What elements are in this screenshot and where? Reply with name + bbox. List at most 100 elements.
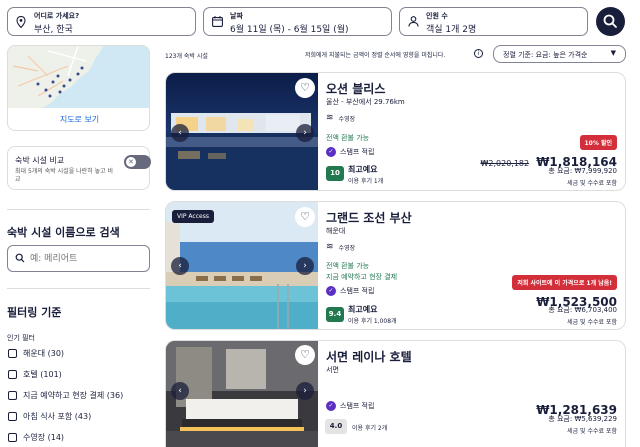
favorite-heart-icon[interactable]: ♡ bbox=[295, 207, 315, 227]
dates-field[interactable]: 날짜 6월 11일 (목) - 6월 15일 (월) bbox=[203, 7, 392, 36]
tax-note: 세금 및 수수료 포함 bbox=[567, 319, 617, 326]
stamps-label: ✓ 스탬프 적립 bbox=[326, 401, 374, 411]
discount-badge: 10% 할인 bbox=[579, 135, 617, 150]
close-icon: ✕ bbox=[126, 157, 136, 167]
tax-note: 세금 및 수수료 포함 bbox=[567, 428, 617, 435]
person-icon bbox=[408, 16, 420, 28]
next-photo-button[interactable]: › bbox=[296, 382, 314, 400]
name-search-box[interactable] bbox=[7, 245, 150, 272]
filter-group-label: 인기 필터 bbox=[7, 334, 35, 342]
dates-label: 날짜 bbox=[230, 12, 243, 20]
pay-later-label: 지금 예약하고 현장 결제 bbox=[326, 273, 398, 281]
checkbox[interactable] bbox=[8, 391, 17, 400]
stamp-text: 스탬프 적립 bbox=[340, 402, 375, 410]
sort-dropdown[interactable]: 정렬 기준: 요금: 높은 가격순 ▼ bbox=[493, 45, 626, 63]
sort-value: 정렬 기준: 요금: 높은 가격순 bbox=[503, 51, 588, 59]
search-icon bbox=[15, 253, 25, 266]
hotel-name[interactable]: 오션 블리스 bbox=[326, 80, 385, 97]
stamp-icon: ✓ bbox=[326, 286, 336, 296]
info-icon[interactable]: i bbox=[474, 49, 483, 58]
hotel-name[interactable]: 서면 레이나 호텔 bbox=[326, 348, 412, 365]
amenity: ≋ 수영장 bbox=[326, 113, 355, 123]
checkbox[interactable] bbox=[8, 349, 17, 358]
compare-panel: 숙박 시설 비교 최대 5개의 숙박 시설을 나란히 놓고 비교 ✕ bbox=[7, 146, 151, 190]
hotel-card[interactable]: ‹ › ♡ 서면 레이나 호텔 서면 ✓ 스탬프 적립 4.0 이용 후기 2개 … bbox=[165, 340, 626, 447]
stamp-text: 스탬프 적립 bbox=[340, 148, 375, 156]
view-map-link[interactable]: 지도로 보기 bbox=[8, 114, 149, 125]
destination-value: 부산, 한국 bbox=[34, 25, 73, 35]
divider bbox=[7, 209, 150, 210]
filter-checkbox-hotel[interactable]: 호텔 (101) bbox=[8, 369, 62, 380]
filter-label: 아침 식사 포함 (43) bbox=[23, 412, 92, 421]
refundable-label: 전액 환불 가능 bbox=[326, 262, 370, 270]
checkbox[interactable] bbox=[8, 412, 17, 421]
divider bbox=[7, 288, 150, 289]
stamp-icon: ✓ bbox=[326, 401, 336, 411]
original-price: ₩2,020,182 bbox=[480, 159, 530, 168]
filter-label: 지금 예약하고 현장 결제 (36) bbox=[23, 391, 124, 400]
favorite-heart-icon[interactable]: ♡ bbox=[295, 345, 315, 365]
hotel-location: 해운대 bbox=[326, 227, 346, 235]
rating-label: 최고예요 bbox=[348, 165, 378, 174]
availability-badge: 저희 사이트에 이 가격으로 1개 남음! bbox=[512, 275, 617, 290]
hotel-location: 서면 bbox=[326, 366, 339, 374]
stamps-label: ✓ 스탬프 적립 bbox=[326, 286, 374, 296]
review-count[interactable]: 이용 후기 2개 bbox=[352, 423, 387, 432]
checkbox[interactable] bbox=[8, 433, 17, 442]
stamp-text: 스탬프 적립 bbox=[340, 287, 375, 295]
filter-label: 해운대 (30) bbox=[23, 349, 65, 358]
hotel-location: 울산 - 부산에서 29.76km bbox=[326, 98, 405, 106]
compare-description: 최대 5개의 숙박 시설을 나란히 놓고 비교 bbox=[15, 168, 114, 183]
compare-toggle[interactable]: ✕ bbox=[124, 155, 151, 169]
filter-checkbox-pool[interactable]: 수영장 (14) bbox=[8, 432, 64, 443]
name-search-heading: 숙박 시설 이름으로 검색 bbox=[7, 226, 120, 239]
destination-field[interactable]: 어디로 가세요? 부산, 한국 bbox=[7, 7, 196, 36]
search-button[interactable] bbox=[596, 7, 625, 36]
review-count[interactable]: 이용 후기 1개 bbox=[348, 176, 383, 185]
review-score: 9.4 bbox=[326, 307, 344, 322]
next-photo-button[interactable]: › bbox=[296, 124, 314, 142]
previous-photo-button[interactable]: ‹ bbox=[171, 382, 189, 400]
hotel-name[interactable]: 그랜드 조선 부산 bbox=[326, 209, 412, 226]
calendar-icon bbox=[212, 16, 224, 28]
next-photo-button[interactable]: › bbox=[296, 257, 314, 275]
destination-label: 어디로 가세요? bbox=[34, 12, 80, 20]
travelers-value: 객실 1개 2명 bbox=[426, 25, 477, 35]
pool-icon: ≋ bbox=[326, 242, 334, 252]
review-score: 10 bbox=[326, 166, 344, 181]
hotel-card[interactable]: VIP Access ‹ › ♡ 그랜드 조선 부산 해운대 ≋ 수영장 전액 환… bbox=[165, 201, 626, 330]
amenity-label: 수영장 bbox=[338, 244, 356, 252]
search-icon bbox=[603, 14, 617, 28]
filter-checkbox-breakfast[interactable]: 아침 식사 포함 (43) bbox=[8, 411, 91, 422]
filter-label: 수영장 (14) bbox=[23, 433, 65, 442]
hotel-card[interactable]: ‹ › ♡ 오션 블리스 울산 - 부산에서 29.76km ≋ 수영장 전액 환… bbox=[165, 72, 626, 191]
checkbox[interactable] bbox=[8, 370, 17, 379]
map-thumbnail[interactable] bbox=[8, 46, 149, 108]
compare-title: 숙박 시설 비교 bbox=[15, 156, 65, 165]
location-pin-icon bbox=[16, 15, 28, 29]
filter-checkbox-pay-later[interactable]: 지금 예약하고 현장 결제 (36) bbox=[8, 390, 123, 401]
filter-label: 호텔 (101) bbox=[23, 370, 62, 379]
favorite-heart-icon[interactable]: ♡ bbox=[295, 78, 315, 98]
rating-label: 최고예요 bbox=[348, 305, 378, 314]
previous-photo-button[interactable]: ‹ bbox=[171, 257, 189, 275]
map-card[interactable]: 지도로 보기 bbox=[7, 45, 150, 131]
refundable-label: 전액 환불 가능 bbox=[326, 134, 370, 142]
pool-icon: ≋ bbox=[326, 113, 334, 123]
total-price: 총 요금: ₩7,999,920 bbox=[548, 167, 617, 175]
results-count: 123개 숙박 시설 bbox=[165, 53, 208, 60]
review-score: 4.0 bbox=[325, 419, 347, 434]
name-search-input[interactable] bbox=[30, 252, 145, 266]
dates-value: 6월 11일 (목) - 6월 15일 (월) bbox=[230, 25, 349, 35]
stamp-icon: ✓ bbox=[326, 147, 336, 157]
filter-heading: 필터링 기준 bbox=[7, 306, 62, 319]
tax-note: 세금 및 수수료 포함 bbox=[567, 180, 617, 187]
travelers-field[interactable]: 인원 수 객실 1개 2명 bbox=[399, 7, 588, 36]
review-count[interactable]: 이용 후기 1,008개 bbox=[348, 316, 397, 325]
travelers-label: 인원 수 bbox=[426, 12, 448, 20]
total-price: 총 요금: ₩5,639,229 bbox=[548, 415, 617, 423]
vip-access-badge: VIP Access bbox=[172, 210, 214, 223]
filter-checkbox-haeundae[interactable]: 해운대 (30) bbox=[8, 348, 64, 359]
previous-photo-button[interactable]: ‹ bbox=[171, 124, 189, 142]
total-price: 총 요금: ₩6,703,400 bbox=[548, 306, 617, 314]
